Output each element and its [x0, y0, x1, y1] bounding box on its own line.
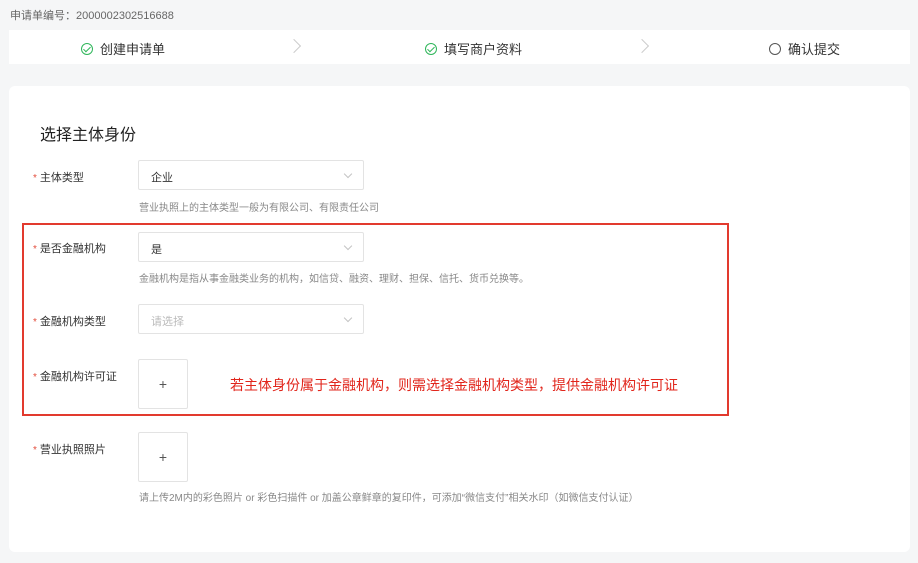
check-circle-icon: [425, 42, 437, 55]
required-mark: *: [33, 317, 37, 328]
required-mark: *: [33, 244, 37, 255]
chevron-down-icon: [343, 169, 353, 179]
chevron-down-icon: [343, 241, 353, 251]
step-fill-merchant-info: 填写商户资料: [425, 39, 522, 58]
section-title: 选择主体身份: [40, 127, 137, 144]
progress-steps: 创建申请单 填写商户资料 确认提交: [9, 30, 910, 64]
plus-icon: +: [158, 376, 168, 392]
circle-icon: [769, 42, 781, 55]
step-label: 确认提交: [788, 42, 841, 57]
financial-type-label: * 金融机构类型: [33, 316, 106, 328]
subject-type-label: * 主体类型: [33, 172, 84, 184]
business-license-label: * 营业执照照片: [33, 444, 106, 456]
step-label: 填写商户资料: [444, 42, 523, 57]
financial-license-label: * 金融机构许可证: [33, 371, 117, 383]
subject-type-select[interactable]: 企业: [138, 160, 364, 190]
subject-type-hint: 营业执照上的主体类型一般为有限公司、有限责任公司: [139, 203, 379, 214]
is-financial-label: * 是否金融机构: [33, 243, 106, 255]
business-license-hint: 请上传2M内的彩色照片 or 彩色扫描件 or 加盖公章鲜章的复印件，可添加“微…: [139, 493, 639, 504]
required-mark: *: [33, 173, 37, 184]
chevron-right-icon: [634, 38, 650, 54]
step-confirm-submit: 确认提交: [769, 39, 840, 58]
required-mark: *: [33, 372, 37, 383]
application-number: 申请单编号：2000002302516688: [10, 10, 174, 22]
financial-license-upload[interactable]: +: [138, 359, 188, 409]
annotation-note: 若主体身份属于金融机构，则需选择金融机构类型，提供金融机构许可证: [230, 377, 678, 393]
step-create-application: 创建申请单: [81, 39, 165, 58]
chevron-right-icon: [286, 38, 302, 54]
is-financial-select[interactable]: 是: [138, 232, 364, 262]
required-mark: *: [33, 445, 37, 456]
check-circle-icon: [81, 42, 93, 55]
chevron-down-icon: [343, 313, 353, 323]
business-license-upload[interactable]: +: [138, 432, 188, 482]
is-financial-hint: 金融机构是指从事金融类业务的机构，如信贷、融资、理财、担保、信托、货币兑换等。: [139, 274, 529, 285]
financial-type-select[interactable]: 请选择: [138, 304, 364, 334]
plus-icon: +: [158, 449, 168, 465]
step-label: 创建申请单: [100, 42, 166, 57]
